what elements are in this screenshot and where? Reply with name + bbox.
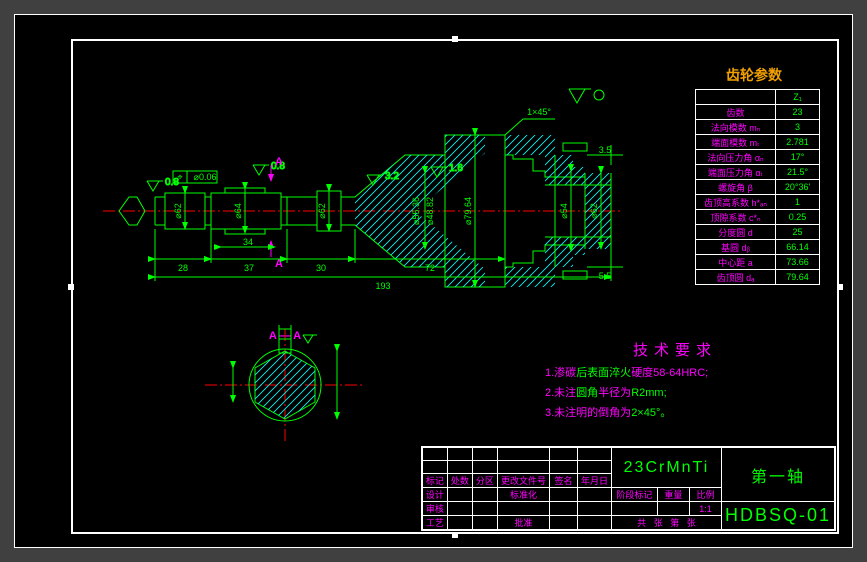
svg-text:34: 34 <box>243 237 253 247</box>
svg-text:⌖: ⌖ <box>177 172 182 182</box>
gdt-frame: ⌖ ⌀0.06 <box>173 171 217 183</box>
drawing-canvas: 齿轮参数 Z₁ 齿数23 法向模数 mₙ3 端面模数 mₜ2.781 法向压力角… <box>14 14 853 548</box>
svg-text:⌀0.06: ⌀0.06 <box>194 172 217 182</box>
svg-text:5.5: 5.5 <box>599 271 612 281</box>
svg-text:1.6: 1.6 <box>449 163 463 174</box>
svg-text:30: 30 <box>316 263 326 273</box>
svg-text:A: A <box>275 258 283 270</box>
svg-text:3.5: 3.5 <box>599 145 612 155</box>
svg-text:⌀62: ⌀62 <box>317 203 327 218</box>
svg-text:⌀48.82: ⌀48.82 <box>425 197 435 225</box>
svg-text:193: 193 <box>375 281 390 291</box>
shaft-drawing: 0.8 0.8 3.2 1.6 A A 1×45° 193 <box>15 15 854 549</box>
section-aa-view: A — A <box>205 325 365 441</box>
svg-text:⌀54: ⌀54 <box>559 203 569 218</box>
chamfer-callout: 1×45° <box>505 107 555 135</box>
svg-text:⌀79.64: ⌀79.64 <box>463 197 473 225</box>
svg-text:⌀64: ⌀64 <box>233 203 243 218</box>
svg-text:⌀62: ⌀62 <box>173 203 183 218</box>
svg-text:28: 28 <box>178 263 188 273</box>
svg-text:37: 37 <box>244 263 254 273</box>
svg-text:3.2: 3.2 <box>385 171 399 182</box>
svg-text:⌀62: ⌀62 <box>589 203 599 218</box>
svg-text:72: 72 <box>425 263 435 273</box>
svg-text:A: A <box>275 156 283 168</box>
svg-text:1×45°: 1×45° <box>527 107 551 117</box>
svg-text:⌀55.36: ⌀55.36 <box>411 197 421 225</box>
